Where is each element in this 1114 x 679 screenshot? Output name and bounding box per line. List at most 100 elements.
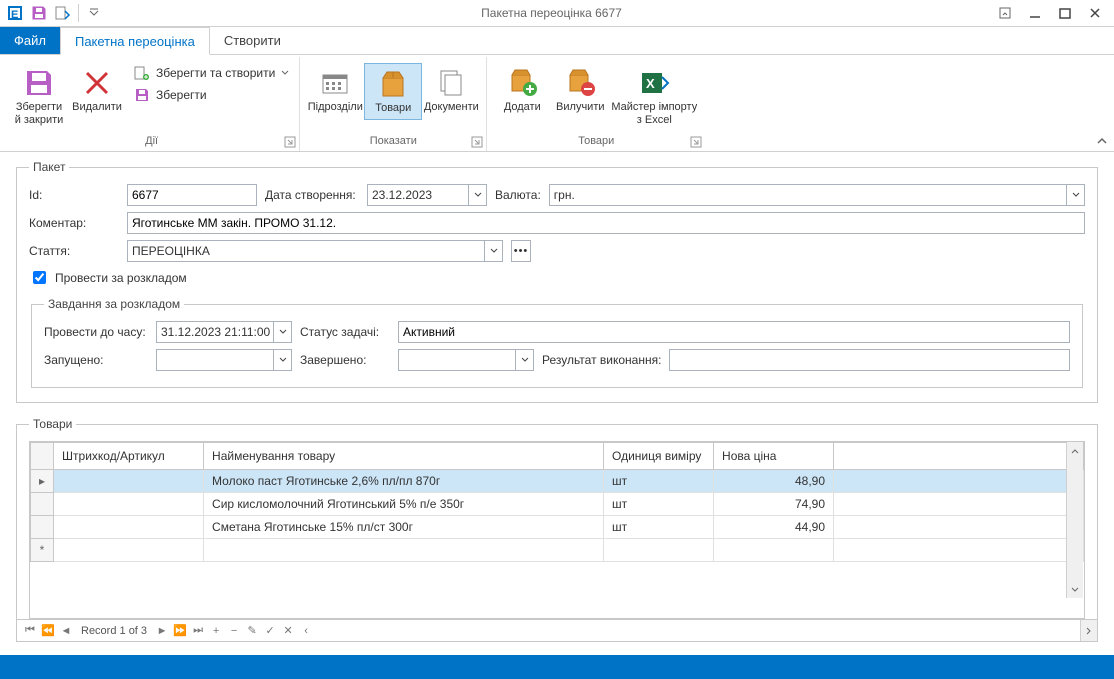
ribbon-group-goods: Додати Вилучити X Майстер імпорту з Exce… (487, 57, 705, 151)
save-close-button[interactable]: Зберегти й закрити (10, 63, 68, 131)
status-field[interactable] (398, 321, 1070, 343)
grid-navigator: ⏮ ⏪ ◄ Record 1 of 3 ► ⏩ ⏭ + − ✎ ✓ ✕ ‹ (17, 619, 1097, 641)
comment-field[interactable] (127, 212, 1085, 234)
col-name[interactable]: Найменування товару (204, 443, 604, 470)
chevron-down-icon[interactable] (515, 350, 533, 370)
ribbon-expand-icon[interactable] (998, 6, 1012, 20)
date-created-combo[interactable]: 23.12.2023 (367, 184, 487, 206)
nav-filter-icon[interactable]: ‹ (299, 625, 313, 637)
chevron-down-icon[interactable] (484, 241, 502, 261)
ribbon-group-goods-label: Товари (489, 133, 703, 151)
article-ellipsis-button[interactable]: ••• (511, 240, 531, 262)
nav-next-page-icon[interactable]: ⏩ (173, 624, 187, 637)
scroll-down-icon[interactable] (1067, 581, 1083, 598)
started-combo[interactable] (156, 349, 292, 371)
col-unit[interactable]: Одиниця виміру (604, 443, 714, 470)
nav-last-icon[interactable]: ⏭ (191, 624, 205, 637)
packet-legend: Пакет (29, 160, 69, 174)
schedule-checkbox-label: Провести за розкладом (55, 271, 187, 285)
delete-icon (81, 67, 113, 99)
svg-text:X: X (646, 76, 655, 91)
new-row[interactable]: * (31, 539, 1084, 562)
finished-combo[interactable] (398, 349, 534, 371)
table-row[interactable]: ▸ Молоко паст Яготинське 2,6% пл/пл 870г… (31, 470, 1084, 493)
goods-grid[interactable]: Штрихкод/Артикул Найменування товару Оди… (29, 441, 1085, 619)
ribbon-collapse-icon[interactable] (1096, 135, 1108, 147)
documents-button[interactable]: Документи (422, 63, 480, 118)
maximize-icon[interactable] (1058, 6, 1072, 20)
currency-combo[interactable]: грн. (549, 184, 1085, 206)
app-icon[interactable]: E (4, 2, 26, 24)
col-filler (834, 443, 1084, 470)
nav-next-icon[interactable]: ► (155, 625, 169, 637)
goods-button[interactable]: Товари (364, 63, 422, 120)
remove-button[interactable]: Вилучити (551, 63, 609, 118)
row-indicator-header (31, 443, 54, 470)
ribbon-tabs: Файл Пакетна переоцінка Створити (0, 27, 1114, 55)
add-icon (506, 67, 538, 99)
save-new-icon[interactable] (52, 2, 74, 24)
ribbon: Зберегти й закрити Видалити Зберегти та … (0, 55, 1114, 152)
article-label: Стаття: (29, 244, 119, 258)
ribbon-group-actions: Зберегти й закрити Видалити Зберегти та … (4, 57, 300, 151)
table-row[interactable]: Сир кисломолочний Яготинський 5% п/е 350… (31, 493, 1084, 516)
date-created-label: Дата створення: (265, 188, 359, 202)
goods-launcher[interactable] (690, 136, 702, 148)
delete-button[interactable]: Видалити (68, 63, 126, 118)
nav-cancel-icon[interactable]: ✕ (281, 624, 295, 637)
tab-create[interactable]: Створити (210, 27, 295, 54)
nav-prev-page-icon[interactable]: ⏪ (41, 624, 55, 637)
save-and-new-button[interactable]: Зберегти та створити (130, 63, 293, 83)
close-icon[interactable] (1088, 6, 1102, 20)
save-icon[interactable] (28, 2, 50, 24)
svg-text:E: E (11, 9, 18, 21)
result-field[interactable] (669, 349, 1070, 371)
scroll-up-icon[interactable] (1067, 442, 1083, 459)
chevron-down-icon[interactable] (1066, 185, 1084, 205)
ribbon-group-show: Підрозділи Товари Документи Показати (300, 57, 487, 151)
minimize-icon[interactable] (1028, 6, 1042, 20)
add-button[interactable]: Додати (493, 63, 551, 118)
save-button[interactable]: Зберегти (130, 85, 293, 105)
divisions-button[interactable]: Підрозділи (306, 63, 364, 118)
nav-delete-icon[interactable]: − (227, 625, 241, 637)
row-indicator-icon: ▸ (31, 470, 54, 493)
tab-batch-revaluation[interactable]: Пакетна переоцінка (60, 27, 210, 55)
actions-launcher[interactable] (284, 136, 296, 148)
tab-file[interactable]: Файл (0, 27, 60, 54)
col-price[interactable]: Нова ціна (714, 443, 834, 470)
goods-legend: Товари (29, 417, 76, 431)
save-small-icon (134, 87, 150, 103)
table-row[interactable]: Сметана Яготинське 15% пл/ст 300г шт 44,… (31, 516, 1084, 539)
col-barcode[interactable]: Штрихкод/Артикул (54, 443, 204, 470)
import-excel-button[interactable]: X Майстер імпорту з Excel (609, 63, 699, 131)
show-launcher[interactable] (471, 136, 483, 148)
divisions-icon (319, 67, 351, 99)
run-before-label: Провести до часу: (44, 325, 148, 339)
nav-first-icon[interactable]: ⏮ (23, 624, 37, 637)
title-bar: E Пакетна переоцінка 6677 (0, 0, 1114, 27)
record-counter: Record 1 of 3 (81, 625, 147, 637)
window-buttons (998, 6, 1110, 20)
new-row-icon: * (31, 539, 54, 562)
nav-prev-icon[interactable]: ◄ (59, 625, 73, 637)
id-field[interactable] (127, 184, 257, 206)
nav-add-icon[interactable]: + (209, 625, 223, 637)
ribbon-group-actions-label: Дії (6, 133, 297, 151)
schedule-group: Завдання за розкладом Провести до часу: … (31, 297, 1083, 388)
chevron-down-icon[interactable] (273, 322, 291, 342)
run-before-combo[interactable]: 31.12.2023 21:11:00 (156, 321, 292, 343)
vertical-scrollbar[interactable] (1066, 442, 1083, 598)
article-combo[interactable]: ПЕРЕОЦІНКА (127, 240, 503, 262)
qat-dropdown-icon[interactable] (83, 2, 105, 24)
scroll-right-icon[interactable] (1080, 620, 1097, 641)
chevron-down-icon[interactable] (273, 350, 291, 370)
chevron-down-icon[interactable] (468, 185, 486, 205)
save-close-icon (23, 67, 55, 99)
nav-commit-icon[interactable]: ✓ (263, 624, 277, 637)
save-new-small-icon (134, 65, 150, 81)
schedule-checkbox[interactable] (33, 271, 46, 284)
result-label: Результат виконання: (542, 353, 661, 367)
nav-edit-icon[interactable]: ✎ (245, 624, 259, 637)
window-title: Пакетна переоцінка 6677 (105, 6, 998, 20)
